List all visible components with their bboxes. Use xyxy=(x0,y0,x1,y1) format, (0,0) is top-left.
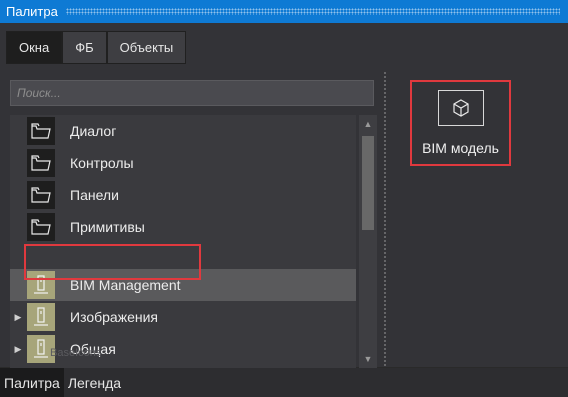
tree-item-partial: BaseIcons xyxy=(50,347,102,359)
tab-legend[interactable]: Легенда xyxy=(64,368,125,397)
tree-item-panels[interactable]: Панели xyxy=(10,179,356,211)
tree-item-bim-management[interactable]: BIM Management xyxy=(10,269,356,301)
tab-windows[interactable]: Окна xyxy=(6,31,63,64)
expand-arrow-icon[interactable]: ▶ xyxy=(14,301,22,333)
folder-icon xyxy=(27,213,55,241)
tree-item-controls[interactable]: Контролы xyxy=(10,147,356,179)
folder-icon xyxy=(27,149,55,177)
tree-item-label: Панели xyxy=(70,187,119,203)
palette-panel: Окна ФБ Объекты Поиск... Диалог Контролы… xyxy=(0,23,568,368)
window-title: Палитра xyxy=(6,4,58,19)
tree-item-images[interactable]: ▶ Изображения xyxy=(10,301,356,333)
tree-item-primitives[interactable]: Примитивы xyxy=(10,211,356,243)
tree-item-label: Диалог xyxy=(70,123,117,139)
bottom-tabs: Палитра Легенда xyxy=(0,368,568,397)
scroll-down-icon[interactable]: ▼ xyxy=(359,352,377,366)
expand-arrow-icon[interactable]: ▶ xyxy=(14,333,22,365)
library-icon xyxy=(27,303,55,331)
folder-icon xyxy=(27,181,55,209)
library-tree: Диалог Контролы Панели Примитивы BIM Man xyxy=(10,115,356,368)
palette-item-bim-model[interactable]: BIM модель xyxy=(410,80,511,166)
tab-palette[interactable]: Палитра xyxy=(0,368,64,397)
tree-item-label: Изображения xyxy=(70,309,158,325)
tab-objects[interactable]: Объекты xyxy=(106,31,187,64)
scroll-thumb[interactable] xyxy=(362,136,374,230)
titlebar-grip[interactable] xyxy=(65,8,560,15)
search-input[interactable]: Поиск... xyxy=(10,80,374,106)
tree-item-label: Контролы xyxy=(70,155,134,171)
tab-fb[interactable]: ФБ xyxy=(62,31,107,64)
tree-item-label: BIM Management xyxy=(70,277,181,293)
palette-titlebar[interactable]: Палитра xyxy=(0,0,568,23)
scroll-up-icon[interactable]: ▲ xyxy=(359,117,377,131)
tree-item-dialog[interactable]: Диалог xyxy=(10,115,356,147)
folder-icon xyxy=(27,117,55,145)
category-tabs: Окна ФБ Объекты xyxy=(6,31,187,64)
tree-item-label: Примитивы xyxy=(70,219,145,235)
cube-icon xyxy=(437,90,484,126)
library-icon xyxy=(27,271,55,299)
palette-item-label: BIM модель xyxy=(422,140,499,156)
tree-scrollbar[interactable]: ▲ ▼ xyxy=(359,115,377,368)
panel-splitter[interactable] xyxy=(383,71,387,368)
